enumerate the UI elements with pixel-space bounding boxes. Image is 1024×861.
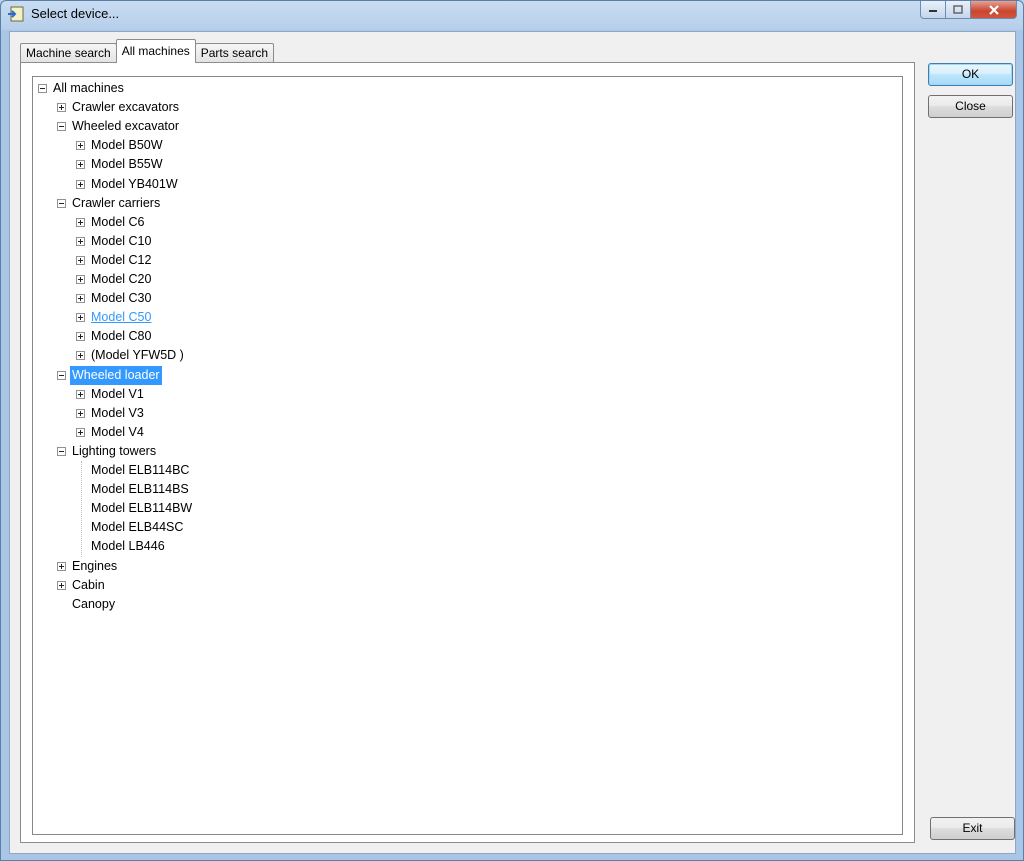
- window-title: Select device...: [31, 6, 120, 21]
- tree-node-label[interactable]: Model ELB44SC: [89, 518, 185, 537]
- expand-icon[interactable]: [57, 561, 66, 571]
- collapse-icon[interactable]: [57, 198, 66, 208]
- tree-node-label[interactable]: Model C50: [89, 308, 153, 327]
- expand-icon[interactable]: [76, 275, 85, 284]
- tree-node-label[interactable]: Model C6: [89, 213, 147, 232]
- tree-node-label[interactable]: (Model YFW5D ): [89, 346, 186, 365]
- tree-node-label[interactable]: Model C10: [89, 232, 153, 251]
- dialog-window: Select device... Machine search All mach…: [0, 0, 1024, 861]
- tree-node-label[interactable]: Model ELB114BW: [89, 499, 194, 518]
- tree-node-label[interactable]: Engines: [70, 557, 119, 576]
- expand-icon[interactable]: [76, 294, 85, 304]
- expand-icon[interactable]: [57, 580, 66, 590]
- tree-node-label[interactable]: Model LB446: [89, 537, 167, 556]
- tree-node-label[interactable]: Model V4: [89, 423, 146, 442]
- minimize-icon: [929, 9, 937, 12]
- tree-node-label[interactable]: Model ELB114BS: [89, 480, 191, 499]
- collapse-icon[interactable]: [57, 122, 66, 132]
- tree-node-label[interactable]: Model V1: [89, 385, 146, 404]
- close-window-button[interactable]: [971, 1, 1017, 19]
- tree-node-label[interactable]: Model B55W: [89, 155, 165, 174]
- app-icon: [8, 6, 24, 22]
- tab-panel-all-machines: All machines Crawler excavators Wheeled ex…: [20, 62, 915, 843]
- tree-node-label[interactable]: Crawler excavators: [70, 98, 181, 117]
- dialog-client-area: Machine search All machines Parts search…: [9, 31, 1016, 854]
- expand-icon[interactable]: [76, 236, 85, 246]
- expand-icon[interactable]: [76, 255, 85, 265]
- tree-node-label[interactable]: Lighting towers: [70, 442, 158, 461]
- tab-all-machines[interactable]: All machines: [115, 39, 196, 63]
- ok-button[interactable]: OK: [928, 63, 1013, 86]
- tab-strip: Machine search All machines Parts search: [20, 39, 275, 63]
- expand-icon[interactable]: [76, 217, 85, 227]
- tree-node-label[interactable]: Model ELB114BC: [89, 461, 191, 480]
- expand-icon[interactable]: [76, 389, 85, 399]
- exit-button[interactable]: Exit: [930, 817, 1015, 840]
- collapse-icon[interactable]: [57, 446, 66, 456]
- machine-tree[interactable]: All machines Crawler excavators Wheeled ex…: [32, 76, 903, 835]
- tree-node-label[interactable]: Model B50W: [89, 136, 165, 155]
- title-bar[interactable]: Select device...: [1, 1, 1023, 29]
- tree-node-label[interactable]: Wheeled excavator: [70, 117, 181, 136]
- tree-guide-line: [81, 461, 82, 557]
- expand-icon[interactable]: [76, 179, 85, 189]
- expand-icon[interactable]: [76, 313, 85, 323]
- minimize-button[interactable]: [920, 1, 946, 19]
- expand-icon[interactable]: [76, 427, 85, 437]
- expand-icon[interactable]: [76, 141, 85, 151]
- tree-node-label[interactable]: Model C80: [89, 327, 153, 346]
- maximize-button[interactable]: [946, 1, 971, 19]
- tree-node-label[interactable]: All machines: [51, 79, 126, 98]
- expand-icon[interactable]: [76, 332, 85, 342]
- tab-parts-search[interactable]: Parts search: [194, 43, 275, 63]
- window-controls: [920, 1, 1017, 21]
- expand-icon[interactable]: [76, 351, 85, 361]
- tree-node-label[interactable]: Wheeled loader: [70, 365, 162, 385]
- collapse-icon[interactable]: [38, 84, 47, 93]
- tree-node-label[interactable]: Model YB401W: [89, 175, 180, 194]
- close-icon: [988, 4, 999, 15]
- collapse-icon[interactable]: [57, 370, 66, 380]
- expand-icon[interactable]: [76, 408, 85, 418]
- expand-icon[interactable]: [76, 160, 85, 170]
- tree-node-label[interactable]: Model V3: [89, 404, 146, 423]
- tab-machine-search[interactable]: Machine search: [20, 43, 117, 63]
- tree-node-label[interactable]: Cabin: [70, 576, 107, 595]
- maximize-icon: [953, 5, 963, 14]
- expand-icon[interactable]: [57, 103, 66, 113]
- tree-node-label[interactable]: Model C30: [89, 289, 153, 308]
- tree-node-label[interactable]: Canopy: [70, 595, 117, 614]
- close-button[interactable]: Close: [928, 95, 1013, 118]
- tree-node-label[interactable]: Crawler carriers: [70, 194, 162, 213]
- tree-node-label[interactable]: Model C20: [89, 270, 153, 289]
- tree-node-label[interactable]: Model C12: [89, 251, 153, 270]
